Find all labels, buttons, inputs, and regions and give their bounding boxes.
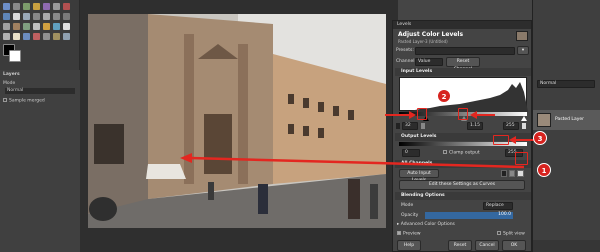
- arrow-3-head: [509, 136, 516, 144]
- callout-3-badge: 3: [533, 131, 547, 145]
- arrow-2a-head: [409, 111, 416, 119]
- callout-2-badge: 2: [437, 89, 451, 103]
- arrow-1-line: [189, 156, 525, 169]
- arrow-1-head: [180, 153, 192, 163]
- annotation-arrows: [180, 111, 535, 169]
- callout-1-badge: 1: [537, 163, 551, 177]
- arrow-2b-head: [470, 111, 477, 119]
